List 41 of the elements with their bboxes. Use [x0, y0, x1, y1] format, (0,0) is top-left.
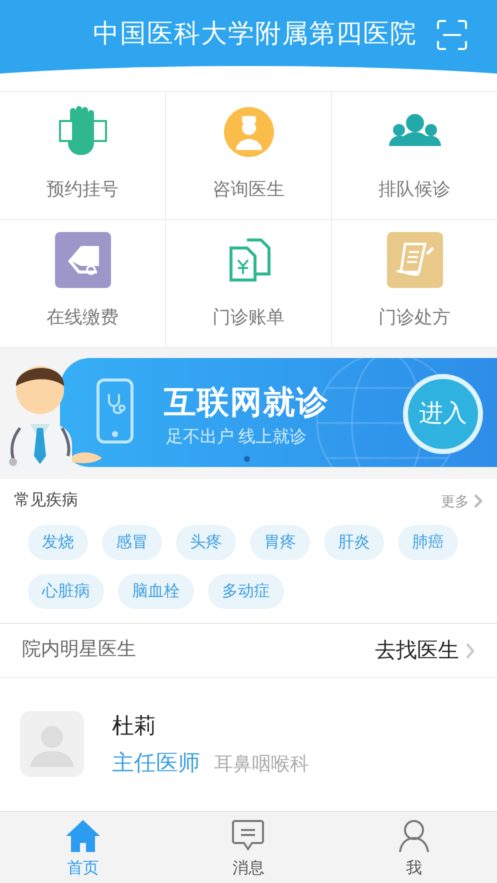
- bill-documents-icon: [226, 238, 270, 282]
- person-icon: [398, 819, 430, 854]
- scroll-pen-icon: [386, 232, 442, 288]
- doctor-department: 耳鼻咽喉科: [214, 753, 309, 778]
- disease-tag[interactable]: 发烧: [28, 525, 88, 560]
- section-title: 院内明星医生: [22, 638, 136, 662]
- service-tile[interactable]: 咨询医生: [166, 92, 331, 220]
- tab[interactable]: 我: [331, 812, 497, 883]
- phone-stethoscope-icon: [96, 378, 134, 444]
- doctor-name: 杜莉: [112, 712, 157, 740]
- disease-tag[interactable]: 多动症: [208, 574, 284, 610]
- service-tile[interactable]: 预约挂号: [0, 92, 165, 220]
- banner-subtitle: 足不出户 线上就诊: [166, 426, 307, 448]
- service-tile[interactable]: 门诊账单: [166, 220, 331, 348]
- disease-tag[interactable]: 脑血栓: [118, 574, 194, 610]
- section-title: 常见疾病: [14, 490, 78, 512]
- hospital-title: 中国医科大学附属第四医院: [93, 18, 417, 52]
- home-icon: [64, 819, 101, 854]
- service-tile[interactable]: 在线缴费: [0, 220, 165, 348]
- nurse-icon: [222, 106, 274, 158]
- message-icon: [231, 819, 266, 854]
- tab[interactable]: 首页: [0, 812, 166, 883]
- disease-tag[interactable]: 肺癌: [398, 525, 458, 560]
- disease-tag[interactable]: 感冒: [102, 525, 162, 560]
- doctor-card[interactable]: 杜莉 主任医师 耳鼻咽喉科: [0, 678, 497, 811]
- scan-icon[interactable]: [437, 20, 467, 50]
- banner-title: 互联网就诊: [164, 383, 329, 422]
- service-tile[interactable]: 门诊处方: [332, 220, 497, 348]
- disease-tag[interactable]: 头疼: [176, 525, 236, 560]
- wallet-card-icon: [54, 232, 110, 288]
- tab[interactable]: 消息: [166, 812, 332, 883]
- find-doctor-link[interactable]: 去找医生: [375, 634, 475, 666]
- doctor-rank: 主任医师: [112, 749, 200, 778]
- avatar-placeholder-icon: [20, 711, 84, 778]
- service-tile[interactable]: 排队候诊: [332, 92, 497, 220]
- disease-tag[interactable]: 心脏病: [28, 574, 104, 610]
- more-link[interactable]: 更多: [441, 490, 483, 512]
- disease-tag[interactable]: 胃疼: [250, 525, 310, 560]
- chevron-icon: [465, 642, 475, 660]
- chevron-icon: [473, 493, 483, 510]
- disease-tag[interactable]: 肝炎: [324, 525, 384, 560]
